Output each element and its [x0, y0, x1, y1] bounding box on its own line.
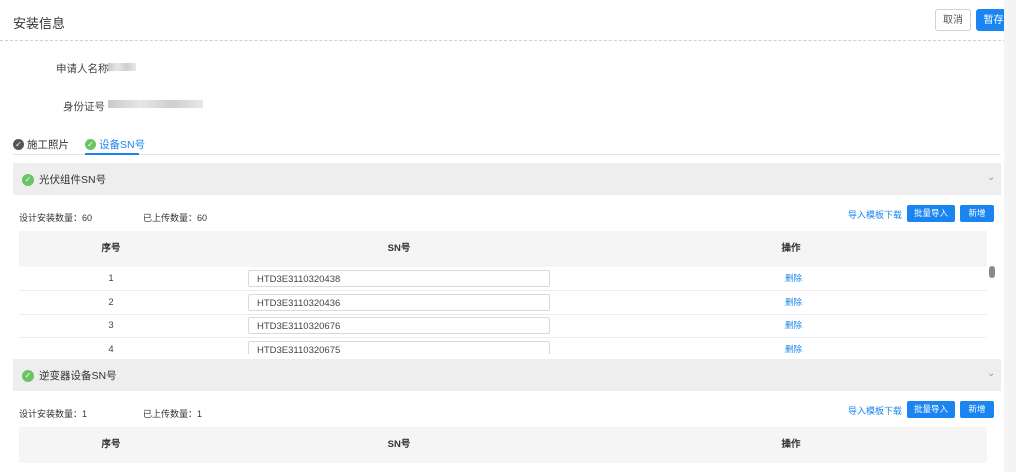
section-title: 逆变器设备SN号: [39, 370, 117, 382]
delete-link[interactable]: 删除: [785, 314, 802, 337]
row-index: 3: [108, 320, 114, 331]
section-header-inverter[interactable]: ✓ 逆变器设备SN号 ⌄: [13, 359, 1001, 391]
page-title: 安装信息: [13, 16, 66, 31]
column-header-action: 操作: [781, 243, 801, 254]
design-quantity: 设计安装数量：60: [19, 213, 93, 223]
sn-input[interactable]: HTD3E3110320676: [248, 317, 550, 334]
table-row: 2 HTD3E3110320436 删除: [19, 291, 987, 315]
check-circle-icon: ✓: [85, 138, 96, 150]
uploaded-quantity: 已上传数量：60: [143, 213, 208, 223]
column-header-action: 操作: [781, 439, 801, 450]
page-header: 安装信息 取消 暂存: [0, 0, 1016, 41]
tab-label: 施工照片: [27, 138, 69, 151]
applicant-name-value-redacted: [108, 63, 136, 71]
section-title: 光伏组件SN号: [39, 174, 107, 186]
delete-link[interactable]: 删除: [785, 338, 802, 354]
section-header-pv-module[interactable]: ✓ 光伏组件SN号 ⌄: [13, 163, 1001, 195]
tab-divider: [13, 154, 1001, 155]
section-title-row: ✓ 逆变器设备SN号: [22, 368, 117, 383]
delete-link[interactable]: 删除: [785, 291, 802, 314]
table-scroll-thumb[interactable]: [989, 266, 995, 278]
sn-input[interactable]: HTD3E3110320675: [248, 341, 550, 354]
batch-import-button[interactable]: 批量导入: [907, 401, 955, 418]
row-index: 2: [108, 297, 114, 308]
active-tab-indicator: [85, 153, 139, 155]
applicant-name-label: 申请人名称: [56, 63, 109, 75]
check-circle-icon: ✓: [22, 369, 34, 382]
sn-input[interactable]: HTD3E3110320436: [248, 294, 550, 311]
table-row: 3 HTD3E3110320676 删除: [19, 314, 987, 338]
sn-input[interactable]: HTD3E3110320438: [248, 270, 550, 287]
template-download-link[interactable]: 导入模板下载: [848, 208, 902, 221]
cancel-button[interactable]: 取消: [935, 9, 971, 31]
chevron-down-icon[interactable]: ⌄: [987, 368, 995, 379]
row-index: 1: [108, 273, 114, 284]
table-body-scroll[interactable]: 1 HTD3E3110320438 删除 2 HTD3E3110320436 删…: [0, 266, 1000, 354]
check-circle-icon: ✓: [22, 173, 34, 186]
add-button[interactable]: 新增: [960, 401, 994, 418]
check-circle-icon: ✓: [13, 138, 24, 150]
id-number-label: 身份证号: [63, 101, 105, 113]
tab-construction-photos[interactable]: ✓ 施工照片: [13, 135, 69, 153]
design-quantity: 设计安装数量：1: [19, 409, 88, 419]
table-row: 4 HTD3E3110320675 删除: [19, 338, 987, 354]
id-number-value-redacted: [108, 100, 203, 108]
chevron-down-icon[interactable]: ⌄: [987, 172, 995, 183]
uploaded-quantity: 已上传数量：1: [143, 409, 203, 419]
page-scrollbar[interactable]: [1004, 0, 1016, 472]
column-header-index: 序号: [101, 439, 121, 450]
column-header-sn: SN号: [387, 439, 411, 450]
table-header: 序号 SN号 操作: [19, 231, 987, 267]
batch-import-button[interactable]: 批量导入: [907, 205, 955, 222]
row-index: 4: [108, 344, 114, 354]
section-title-row: ✓ 光伏组件SN号: [22, 172, 106, 187]
tab-label: 设备SN号: [99, 138, 146, 151]
tab-device-sn[interactable]: ✓ 设备SN号: [85, 135, 145, 153]
delete-link[interactable]: 删除: [785, 267, 802, 290]
column-header-index: 序号: [101, 243, 121, 254]
table-row: 1 HTD3E3110320438 删除: [19, 267, 987, 291]
column-header-sn: SN号: [387, 243, 411, 254]
add-button[interactable]: 新增: [960, 205, 994, 222]
template-download-link[interactable]: 导入模板下载: [848, 404, 902, 417]
table-header: 序号 SN号 操作: [19, 427, 987, 463]
